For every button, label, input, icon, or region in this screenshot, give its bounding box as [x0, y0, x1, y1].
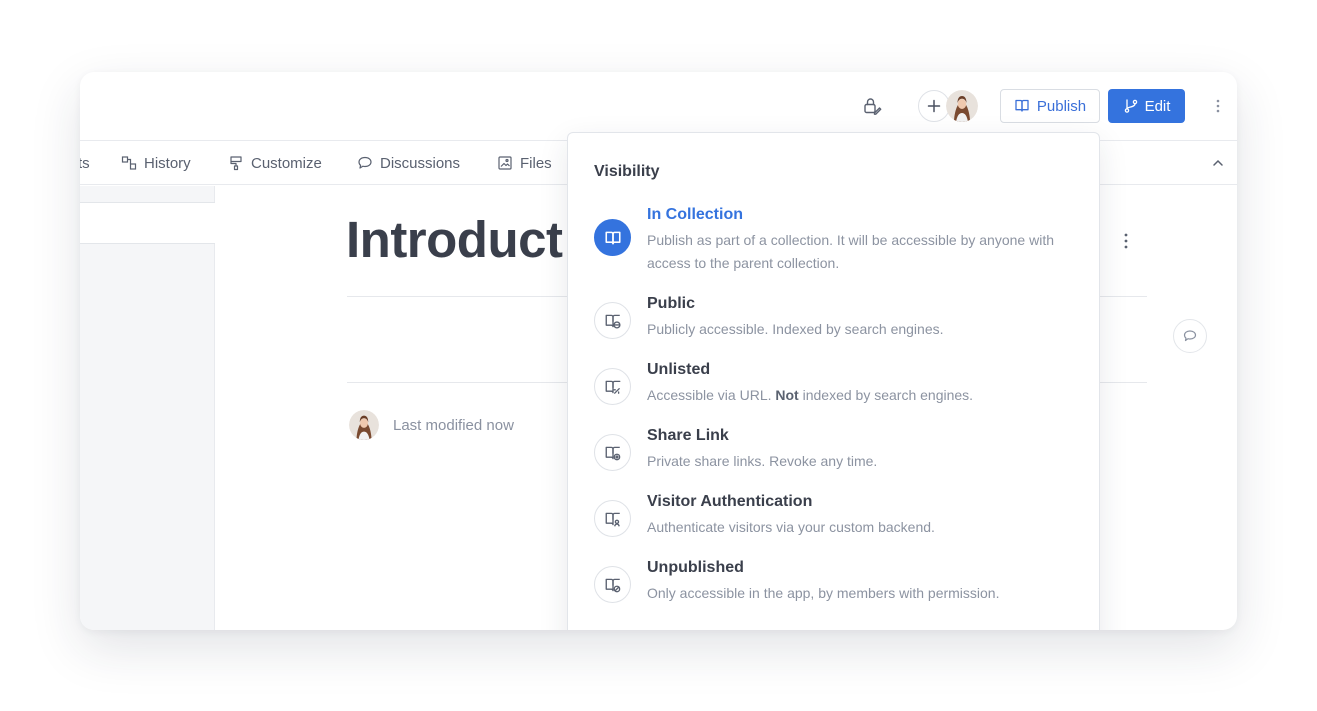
option-description: Publish as part of a collection. It will… — [647, 232, 1054, 271]
unlisted-link-book-icon — [594, 368, 631, 405]
chat-bubble-icon — [357, 155, 373, 171]
option-description: Private share links. Revoke any time. — [647, 453, 878, 469]
visibility-dropdown: Visibility In Collection Publish as part… — [567, 132, 1100, 630]
tab-truncated[interactable]: ts — [80, 141, 90, 185]
option-title: Visitor Authentication — [647, 493, 813, 510]
chevron-up-icon[interactable] — [1208, 153, 1228, 173]
option-title: Unpublished — [647, 559, 744, 576]
branch-icon — [1123, 98, 1139, 114]
lock-edit-icon[interactable] — [860, 94, 884, 118]
visibility-option-unlisted[interactable]: Unlisted Accessible via URL. Not indexed… — [594, 361, 1084, 407]
avatar — [349, 410, 379, 440]
visibility-option-unpublished[interactable]: Unpublished Only accessible in the app, … — [594, 559, 1084, 605]
tab-history[interactable]: History — [121, 141, 191, 185]
tab-label: Files — [520, 154, 552, 172]
comment-icon[interactable] — [1173, 319, 1207, 353]
app-window: Publish Edit ts History Customize Discus… — [80, 72, 1237, 630]
option-description: Only accessible in the app, by members w… — [647, 585, 1000, 601]
paint-roller-icon — [228, 155, 244, 171]
tab-discussions[interactable]: Discussions — [357, 141, 460, 185]
tab-label: History — [144, 154, 191, 172]
option-description: Publicly accessible. Indexed by search e… — [647, 321, 944, 337]
book-icon — [1014, 98, 1030, 114]
top-bar: Publish Edit — [80, 72, 1237, 141]
option-title: Public — [647, 295, 696, 312]
tab-files[interactable]: Files — [497, 141, 552, 185]
description-emphasis: Not — [775, 387, 799, 403]
option-description: Authenticate visitors via your custom ba… — [647, 519, 935, 535]
visibility-option-visitor-authentication[interactable]: Visitor Authentication Authenticate visi… — [594, 493, 1084, 539]
image-file-icon — [497, 155, 513, 171]
visibility-option-share-link[interactable]: Share Link Private share links. Revoke a… — [594, 427, 1084, 473]
page-title[interactable]: Introduct — [346, 210, 563, 269]
page-options-icon[interactable] — [1116, 230, 1136, 252]
share-link-book-icon — [594, 434, 631, 471]
tab-label: ts — [80, 154, 90, 172]
more-options-icon[interactable] — [1208, 96, 1228, 116]
collection-book-icon — [594, 219, 631, 256]
option-title: Share Link — [647, 427, 729, 444]
description-text: Accessible via URL. — [647, 387, 776, 403]
visibility-option-in-collection[interactable]: In Collection Publish as part of a colle… — [594, 206, 1084, 271]
publish-label: Publish — [1036, 97, 1087, 115]
visitor-auth-book-icon — [594, 500, 631, 537]
sidebar-search-field[interactable] — [80, 202, 215, 244]
option-title: Unlisted — [647, 361, 711, 378]
last-modified-text: Last modified now — [393, 416, 514, 434]
public-globe-book-icon — [594, 302, 631, 339]
description-text: indexed by search engines. — [798, 387, 974, 403]
visibility-heading: Visibility — [594, 163, 660, 180]
edit-label: Edit — [1144, 97, 1171, 115]
sidebar — [80, 186, 215, 630]
edit-button[interactable]: Edit — [1108, 89, 1185, 123]
publish-button[interactable]: Publish — [1000, 89, 1100, 123]
last-modified-info: Last modified now — [349, 410, 514, 440]
unpublished-book-icon — [594, 566, 631, 603]
tab-customize[interactable]: Customize — [228, 141, 322, 185]
visibility-option-public[interactable]: Public Publicly accessible. Indexed by s… — [594, 295, 1084, 341]
tab-label: Discussions — [380, 154, 461, 172]
tab-label: Customize — [251, 154, 322, 172]
option-title: In Collection — [647, 206, 743, 223]
avatar[interactable] — [946, 90, 978, 122]
option-description: Accessible via URL. Not indexed by searc… — [647, 384, 1057, 407]
history-icon — [121, 155, 137, 171]
